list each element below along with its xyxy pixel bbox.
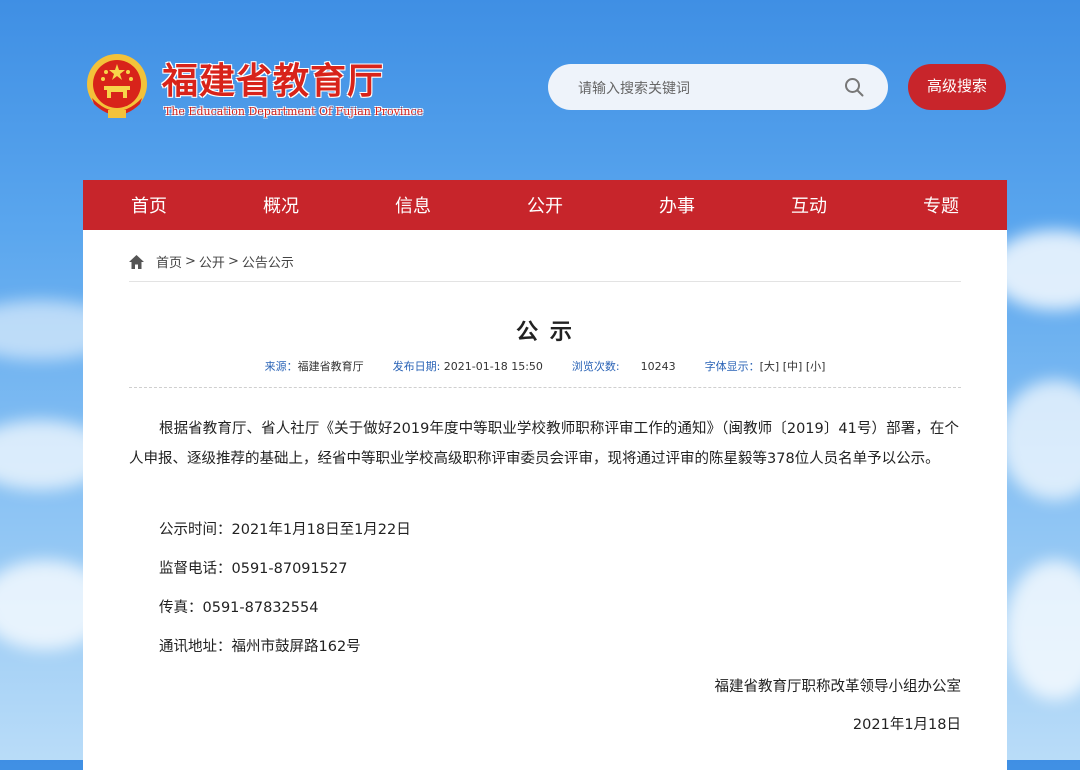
fax-number: 传真：0591-87832554 — [159, 600, 319, 616]
issue-date: 2021年1月18日 — [852, 717, 961, 733]
article-paragraph: 根据省教育厅、省人社厅《关于做好2019年度中等职业学校教师职称评审工作的通知》… — [129, 421, 959, 467]
issuer-signature: 福建省教育厅职称改革领导小组办公室 — [714, 679, 962, 695]
date-label: 发布日期: — [392, 360, 441, 373]
content-panel: 首页 > 公开 > 公告公示 公 示 来源：福建省教育厅 发布日期: 2021-… — [83, 230, 1007, 770]
national-emblem-logo — [87, 54, 147, 118]
main-nav: 首页 概况 信息 公开 办事 互动 专题 — [83, 180, 1007, 230]
cloud-decoration — [1000, 380, 1080, 500]
nav-item-public[interactable]: 公开 — [480, 192, 611, 218]
supervision-phone: 监督电话：0591-87091527 — [159, 561, 348, 577]
advanced-search-button[interactable]: 高级搜索 — [908, 64, 1006, 110]
views-label: 浏览次数: — [571, 360, 620, 373]
breadcrumb-home[interactable]: 首页 — [156, 252, 182, 271]
home-icon — [129, 254, 144, 269]
article-title: 公 示 — [516, 320, 574, 345]
divider — [129, 281, 961, 282]
source-value: 福建省教育厅 — [297, 360, 364, 373]
notice-period: 公示时间：2021年1月18日至1月22日 — [159, 522, 411, 538]
views-value: 10243 — [640, 360, 676, 373]
source-label: 来源： — [264, 360, 298, 373]
search-input[interactable] — [576, 64, 840, 112]
font-medium-button[interactable]: [中] — [783, 360, 803, 373]
mailing-address: 通讯地址：福州市鼓屏路162号 — [159, 639, 361, 655]
nav-item-information[interactable]: 信息 — [348, 192, 479, 218]
article-meta: 来源：福建省教育厅 发布日期: 2021-01-18 15:50 浏览次数: 1… — [83, 358, 1007, 374]
nav-item-interaction[interactable]: 互动 — [744, 192, 875, 218]
nav-item-topics[interactable]: 专题 — [876, 192, 1007, 218]
site-subtitle: The Education Department Of Fujian Provi… — [164, 105, 424, 118]
breadcrumb-separator: > — [185, 254, 196, 269]
divider — [129, 387, 961, 388]
search-box — [548, 64, 888, 112]
breadcrumb-notices[interactable]: 公告公示 — [242, 252, 294, 271]
nav-item-home[interactable]: 首页 — [84, 192, 215, 218]
nav-item-overview[interactable]: 概况 — [216, 192, 347, 218]
breadcrumb-separator: > — [227, 254, 239, 269]
breadcrumb-public[interactable]: 公开 — [199, 252, 225, 271]
nav-item-services[interactable]: 办事 — [612, 192, 743, 218]
breadcrumb: 首页 > 公开 > 公告公示 — [129, 252, 294, 271]
font-large-button[interactable]: [大] — [760, 360, 780, 373]
font-small-button[interactable]: [小] — [806, 360, 826, 373]
search-icon[interactable] — [844, 77, 864, 97]
font-size-label: 字体显示： — [704, 360, 760, 373]
cloud-decoration — [1005, 560, 1080, 700]
date-value: 2021-01-18 15:50 — [443, 360, 543, 373]
site-title: 福建省教育厅 — [162, 60, 385, 102]
